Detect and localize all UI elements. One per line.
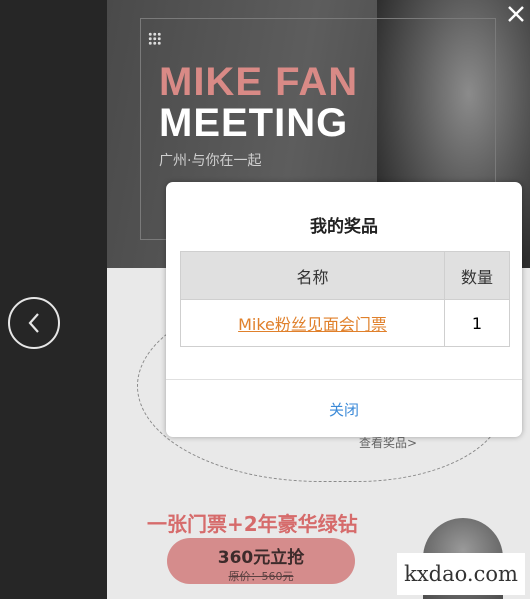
my-prizes-dialog: 我的奖品 名称 数量 Mike粉丝见面会门票 1 关闭: [166, 182, 522, 437]
prize-quantity-cell: 1: [444, 299, 510, 347]
dialog-footer: 关闭: [166, 379, 522, 438]
watermark: kxdao.com: [397, 553, 525, 595]
close-icon: [508, 6, 524, 22]
buy-button[interactable]: 360元立抢 原价：560元: [167, 538, 355, 584]
chevron-left-icon: [28, 313, 39, 333]
column-header-name: 名称: [180, 251, 445, 300]
banner-title-line1: MIKE FAN: [159, 60, 359, 104]
prize-table: 名称 数量 Mike粉丝见面会门票 1: [180, 251, 510, 347]
original-price: 原价：560元: [228, 570, 294, 583]
dialog-close-button[interactable]: 关闭: [329, 399, 359, 420]
close-viewer-button[interactable]: [502, 0, 530, 28]
banner-subtitle: 广州·与你在一起: [159, 153, 262, 169]
prize-name-link[interactable]: Mike粉丝见面会门票: [238, 315, 387, 334]
table-row: Mike粉丝见面会门票 1: [180, 299, 510, 347]
prize-name-cell: Mike粉丝见面会门票: [180, 299, 445, 347]
table-header-row: 名称 数量: [180, 251, 510, 300]
column-header-quantity: 数量: [444, 251, 510, 300]
buy-price: 360元立抢: [217, 548, 305, 568]
image-viewer-overlay: MIKE FAN MEETING 广州·与你在一起 查看奖品> 一张门票+2年豪…: [0, 0, 530, 599]
banner-title-line2: MEETING: [159, 101, 349, 145]
dialog-title: 我的奖品: [310, 217, 378, 237]
previous-image-button[interactable]: [8, 297, 60, 349]
promo-text: 一张门票+2年豪华绿钻: [147, 512, 358, 536]
grid-dots-icon: [148, 32, 161, 45]
